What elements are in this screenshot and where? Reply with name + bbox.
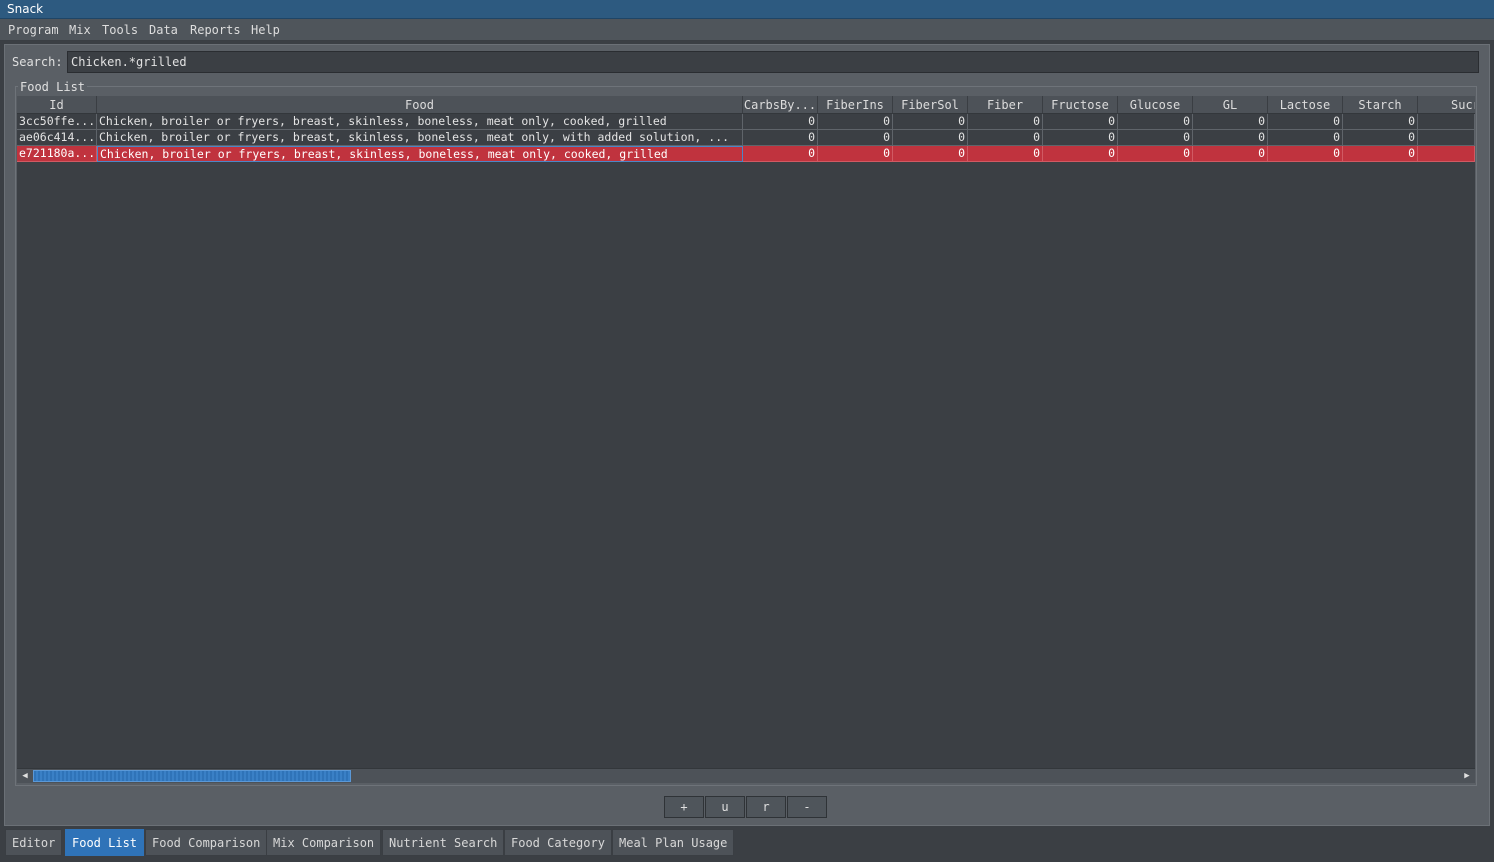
add-button[interactable]: + [664,796,704,818]
scroll-left-icon[interactable]: ◀ [18,769,32,783]
cell-food[interactable]: Chicken, broiler or fryers, breast, skin… [97,130,743,146]
tab-meal-plan-usage[interactable]: Meal Plan Usage [612,829,735,856]
cell-lactose[interactable]: 0 [1268,114,1343,130]
cell-carbsby[interactable]: 0 [743,130,818,146]
cell-fructose[interactable]: 0 [1043,130,1118,146]
menu-help[interactable]: Help [248,19,283,41]
window-title: Snack [0,0,1494,19]
tab-food-list[interactable]: Food List [65,829,145,856]
cell-sucros[interactable] [1418,114,1475,130]
column-header-fructose[interactable]: Fructose [1043,96,1118,114]
search-label: Search: [12,55,63,69]
cell-starch[interactable]: 0 [1343,114,1418,130]
table-row-selected[interactable]: e721180a... Chicken, broiler or fryers, … [17,146,1475,162]
menu-data[interactable]: Data [146,19,181,41]
column-header-gl[interactable]: GL [1193,96,1268,114]
update-button[interactable]: u [705,796,745,818]
cell-gl[interactable]: 0 [1193,146,1268,162]
tab-bar: Editor Food List Food Comparison Mix Com… [0,826,1494,862]
cell-sucros[interactable] [1418,130,1475,146]
cell-fiber[interactable]: 0 [968,130,1043,146]
cell-fructose[interactable]: 0 [1043,146,1118,162]
table-row[interactable]: 3cc50ffe... Chicken, broiler or fryers, … [17,114,1475,130]
cell-fibersol[interactable]: 0 [893,130,968,146]
cell-id[interactable]: 3cc50ffe... [17,114,97,130]
column-header-fibersol[interactable]: FiberSol [893,96,968,114]
scroll-right-icon[interactable]: ▶ [1460,769,1474,783]
cell-fiberins[interactable]: 0 [818,114,893,130]
cell-fibersol[interactable]: 0 [893,114,968,130]
cell-fiberins[interactable]: 0 [818,130,893,146]
tab-nutrient-search[interactable]: Nutrient Search [382,829,505,856]
food-table[interactable]: Id Food CarbsBy... FiberIns FiberSol Fib… [17,96,1475,768]
cell-gl[interactable]: 0 [1193,114,1268,130]
cell-gl[interactable]: 0 [1193,130,1268,146]
cell-glucose[interactable]: 0 [1118,114,1193,130]
cell-starch[interactable]: 0 [1343,130,1418,146]
tab-editor[interactable]: Editor [5,829,63,856]
cell-fiber[interactable]: 0 [968,146,1043,162]
cell-glucose[interactable]: 0 [1118,146,1193,162]
menu-mix[interactable]: Mix [66,19,94,41]
cell-fiber[interactable]: 0 [968,114,1043,130]
cell-glucose[interactable]: 0 [1118,130,1193,146]
cell-starch[interactable]: 0 [1343,146,1418,162]
cell-fibersol[interactable]: 0 [893,146,968,162]
column-header-starch[interactable]: Starch [1343,96,1418,114]
menu-tools[interactable]: Tools [99,19,141,41]
cell-sucros[interactable] [1418,146,1475,162]
search-input[interactable] [67,51,1479,73]
cell-food[interactable]: Chicken, broiler or fryers, breast, skin… [97,114,743,130]
column-header-fiberins[interactable]: FiberIns [818,96,893,114]
cell-food[interactable]: Chicken, broiler or fryers, breast, skin… [97,146,743,162]
column-header-carbsby[interactable]: CarbsBy... [743,96,818,114]
cell-carbsby[interactable]: 0 [743,114,818,130]
cell-id[interactable]: e721180a... [17,146,97,162]
tab-mix-comparison[interactable]: Mix Comparison [266,829,382,856]
table-row[interactable]: ae06c414... Chicken, broiler or fryers, … [17,130,1475,146]
menu-program[interactable]: Program [5,19,62,41]
refresh-button[interactable]: r [746,796,786,818]
column-header-id[interactable]: Id [17,96,97,114]
menu-reports[interactable]: Reports [187,19,244,41]
cell-id[interactable]: ae06c414... [17,130,97,146]
tab-food-category[interactable]: Food Category [504,829,612,856]
remove-button[interactable]: - [787,796,827,818]
column-header-lactose[interactable]: Lactose [1268,96,1343,114]
cell-lactose[interactable]: 0 [1268,146,1343,162]
food-list-group-title: Food List [18,80,88,94]
cell-fiberins[interactable]: 0 [818,146,893,162]
scrollbar-thumb[interactable] [33,770,351,782]
tab-food-comparison[interactable]: Food Comparison [145,829,268,856]
horizontal-scrollbar[interactable]: ◀ ▶ [17,768,1475,783]
cell-lactose[interactable]: 0 [1268,130,1343,146]
cell-carbsby[interactable]: 0 [743,146,818,162]
column-header-fiber[interactable]: Fiber [968,96,1043,114]
cell-fructose[interactable]: 0 [1043,114,1118,130]
menubar: Program Mix Tools Data Reports Help [0,19,1494,41]
column-header-glucose[interactable]: Glucose [1118,96,1193,114]
column-header-food[interactable]: Food [97,96,743,114]
column-header-sucros[interactable]: Sucros [1418,96,1475,114]
